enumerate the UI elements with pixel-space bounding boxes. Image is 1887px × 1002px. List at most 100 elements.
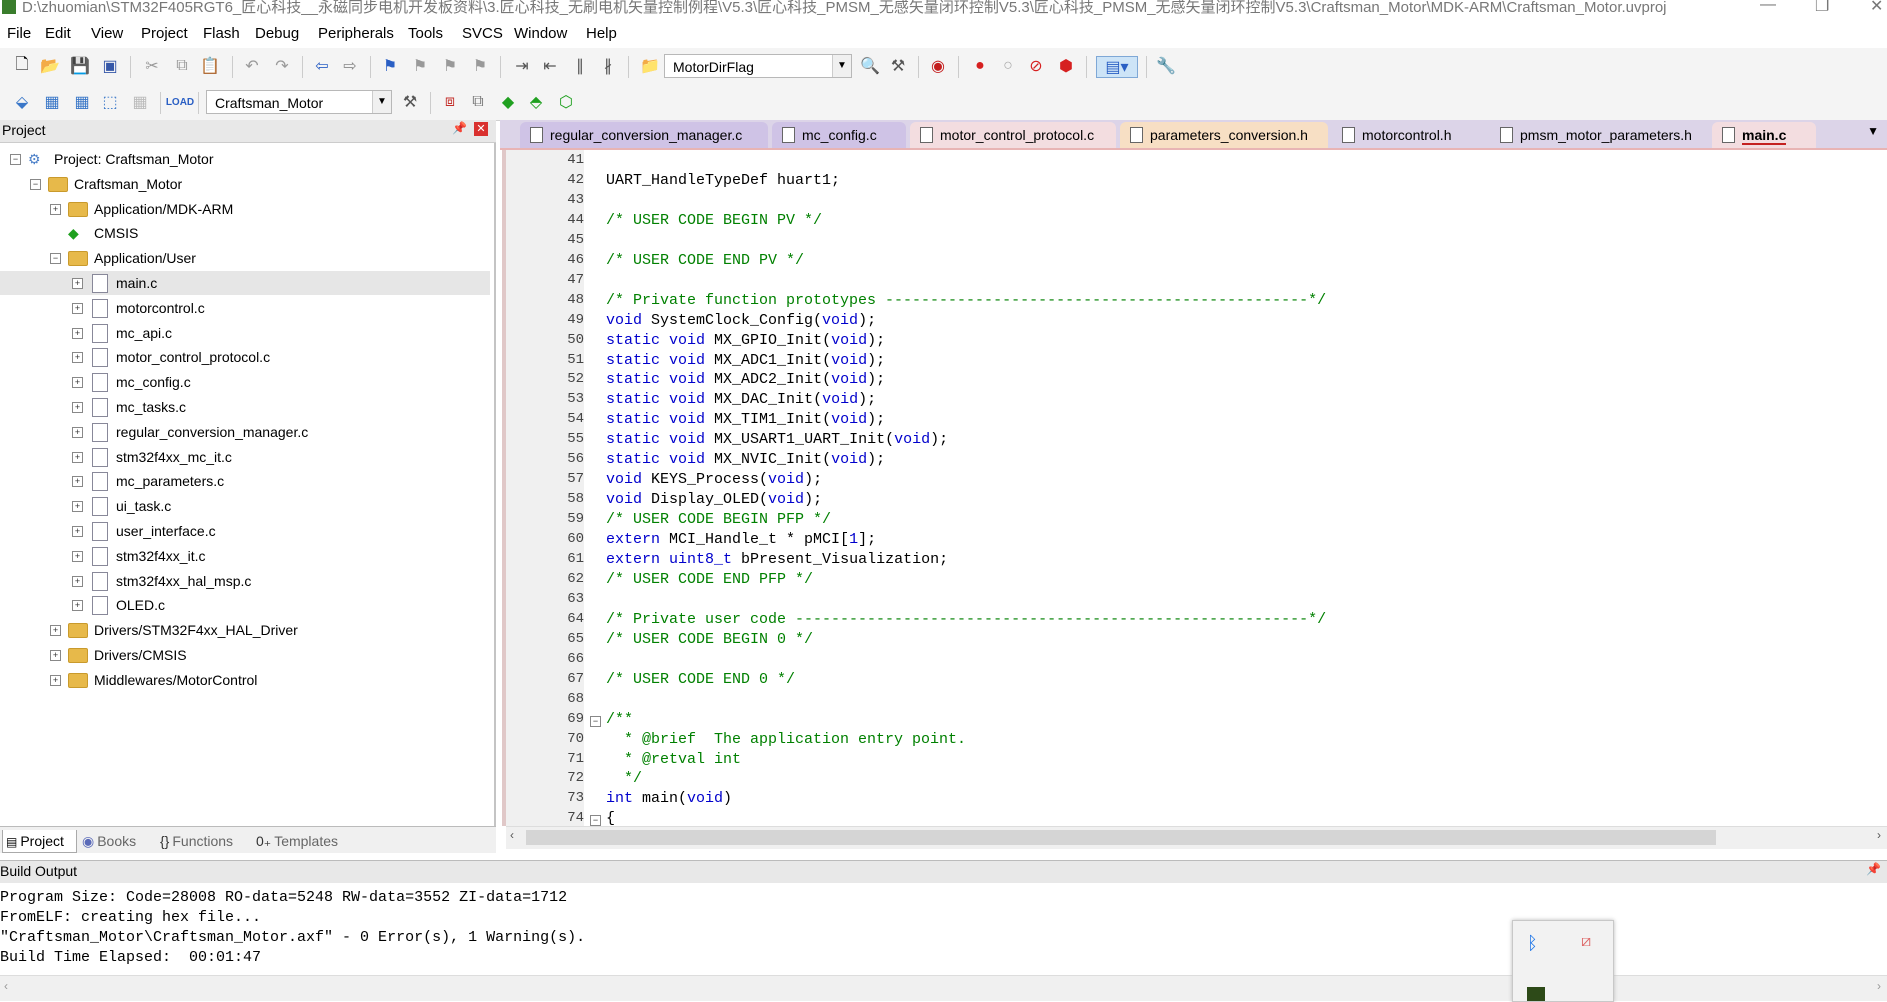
menu-debug[interactable]: Debug	[255, 25, 299, 42]
expand-icon[interactable]: +	[72, 476, 83, 488]
menu-view[interactable]: View	[91, 25, 123, 42]
download-icon[interactable]: LOAD	[166, 92, 194, 112]
target-options-icon[interactable]: ⚒	[400, 92, 420, 112]
network-icon[interactable]: ⧄	[1581, 933, 1591, 951]
close-icon[interactable]: ✕	[474, 122, 488, 136]
expand-icon[interactable]: +	[50, 674, 61, 686]
chevron-down-icon[interactable]: ▼	[832, 55, 851, 77]
indent-icon[interactable]: ⇥	[512, 56, 532, 76]
menu-help[interactable]: Help	[586, 25, 617, 42]
editor-tab[interactable]: parameters_conversion.h	[1120, 122, 1328, 148]
tree-file-item[interactable]: + stm32f4xx_hal_msp.c	[0, 569, 490, 593]
new-file-icon[interactable]: 🗋	[12, 56, 32, 76]
scroll-left-icon[interactable]: ‹	[510, 828, 514, 842]
rebuild-icon[interactable]: ▦	[72, 92, 92, 112]
tree-file-item[interactable]: + user_interface.c	[0, 519, 490, 543]
editor-tab[interactable]: motorcontrol.h	[1332, 122, 1486, 148]
expand-icon[interactable]: +	[72, 526, 83, 537]
tree-node[interactable]: − Application/User	[0, 246, 490, 270]
tree-file-item[interactable]: + regular_conversion_manager.c	[0, 420, 490, 444]
minimize-button[interactable]: —	[1760, 0, 1776, 14]
tree-node[interactable]: − ⚙ Project: Craftsman_Motor	[0, 147, 490, 171]
expand-icon[interactable]: +	[72, 352, 83, 364]
uncomment-icon[interactable]: ∦	[598, 56, 618, 76]
configure-icon[interactable]: 🔧	[1156, 56, 1176, 76]
undo-icon[interactable]: ↶	[242, 56, 262, 76]
tab-books[interactable]: ◉ Books	[82, 830, 136, 852]
bookmark-icon[interactable]: ⚑	[380, 56, 400, 76]
find-icon[interactable]: 🔍	[860, 56, 880, 76]
expand-icon[interactable]: +	[72, 550, 83, 562]
collapse-icon[interactable]: −	[30, 178, 41, 190]
tree-node[interactable]: + Drivers/STM32F4xx_HAL_Driver	[0, 618, 490, 642]
prev-bookmark-icon[interactable]: ⚑	[410, 56, 430, 76]
editor-tab[interactable]: regular_conversion_manager.c	[520, 122, 768, 148]
pin-icon[interactable]: 📌	[1866, 862, 1881, 876]
pin-icon[interactable]: 📌	[452, 121, 467, 135]
tree-file-item[interactable]: + ui_task.c	[0, 494, 490, 518]
batch-build-icon[interactable]: ⬚	[100, 92, 120, 112]
menu-file[interactable]: File	[7, 25, 31, 42]
unindent-icon[interactable]: ⇤	[540, 56, 560, 76]
tree-node[interactable]: + Application/MDK-ARM	[0, 197, 490, 221]
menu-edit[interactable]: Edit	[45, 25, 71, 42]
menu-project[interactable]: Project	[141, 25, 188, 42]
tree-file-item[interactable]: + stm32f4xx_it.c	[0, 544, 490, 568]
tree-file-item[interactable]: + mc_config.c	[0, 370, 490, 394]
build-icon[interactable]: ▦	[42, 92, 62, 112]
menu-flash[interactable]: Flash	[203, 25, 240, 42]
maximize-button[interactable]: ❐	[1815, 0, 1829, 16]
collapse-icon[interactable]: −	[10, 154, 21, 165]
kill-breakpoints-icon[interactable]: ⬢	[1056, 56, 1076, 76]
redo-icon[interactable]: ↷	[272, 56, 292, 76]
tab-templates[interactable]: 0₊ Templates	[256, 830, 338, 852]
comment-icon[interactable]: ∥	[570, 56, 590, 76]
scroll-right-icon[interactable]: ›	[1877, 979, 1881, 993]
copy-icon[interactable]: ⧉	[172, 56, 192, 76]
menu-peripherals[interactable]: Peripherals	[318, 25, 394, 42]
run-time-environment-icon[interactable]: ⬡	[556, 92, 576, 112]
tree-file-item[interactable]: + motor_control_protocol.c	[0, 345, 490, 369]
stop-build-icon[interactable]: ▦	[130, 92, 150, 112]
nav-forward-icon[interactable]: ⇨	[340, 56, 360, 76]
tree-file-item[interactable]: + mc_api.c	[0, 321, 490, 345]
menu-tools[interactable]: Tools	[408, 25, 443, 42]
expand-icon[interactable]: +	[50, 625, 61, 637]
tree-node[interactable]: + Middlewares/MotorControl	[0, 668, 490, 692]
find-combo[interactable]: MotorDirFlag ▼	[664, 54, 852, 78]
expand-icon[interactable]: +	[72, 600, 83, 612]
tree-file-item[interactable]: + stm32f4xx_mc_it.c	[0, 445, 490, 469]
incremental-find-icon[interactable]: ⚒	[888, 56, 908, 76]
expand-icon[interactable]: +	[72, 501, 83, 513]
tree-node[interactable]: ◆ CMSIS	[0, 221, 490, 245]
tab-list-chevron-icon[interactable]: ▼	[1867, 124, 1879, 138]
save-all-icon[interactable]: ▣	[100, 56, 120, 76]
clear-bookmarks-icon[interactable]: ⚑	[470, 56, 490, 76]
expand-icon[interactable]: +	[72, 426, 83, 438]
translate-icon[interactable]: ⬙	[12, 92, 32, 112]
debug-start-icon[interactable]: ◉	[928, 56, 948, 76]
expand-icon[interactable]: +	[72, 575, 83, 587]
menu-svcs[interactable]: SVCS	[462, 25, 503, 42]
tab-project[interactable]: ▤ Project	[2, 830, 77, 853]
tree-file-item[interactable]: + OLED.c	[0, 593, 490, 617]
breakpoint-icon[interactable]: ●	[970, 56, 990, 76]
next-bookmark-icon[interactable]: ⚑	[440, 56, 460, 76]
tree-file-item[interactable]: + mc_parameters.c	[0, 469, 490, 493]
multi-project-icon[interactable]: ⧉	[468, 92, 488, 112]
scroll-right-icon[interactable]: ›	[1877, 828, 1881, 842]
manage-project-icon[interactable]: ⧈	[440, 92, 460, 112]
editor-tab[interactable]: main.c	[1712, 122, 1816, 148]
menu-window[interactable]: Window	[514, 25, 567, 42]
chevron-down-icon[interactable]: ▼	[372, 91, 391, 113]
close-window-button[interactable]: ✕	[1870, 0, 1883, 16]
expand-icon[interactable]: +	[72, 327, 83, 339]
tree-file-item[interactable]: + motorcontrol.c	[0, 296, 490, 320]
cut-icon[interactable]: ✂	[142, 56, 162, 76]
tree-node[interactable]: + Drivers/CMSIS	[0, 643, 490, 667]
window-layout-icon[interactable]: ▤▾	[1096, 56, 1138, 78]
tree-file-item[interactable]: + main.c	[0, 271, 490, 295]
code-editor[interactable]: 41 42 43 44 45 46 47 48 49 50 51 52 53 54 55 56 57 58 59 60…	[502, 150, 1887, 826]
expand-icon[interactable]: +	[72, 278, 83, 289]
tab-functions[interactable]: {} Functions	[160, 830, 233, 852]
